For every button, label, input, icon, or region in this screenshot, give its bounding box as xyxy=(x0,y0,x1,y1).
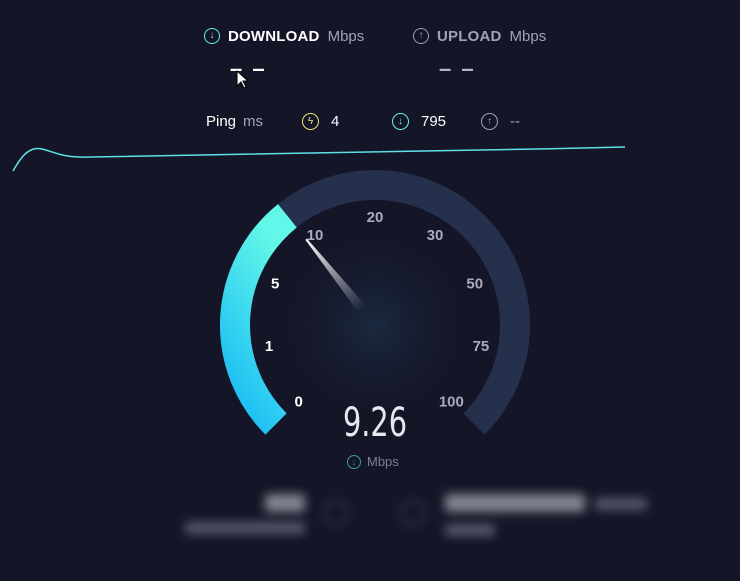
download-unit: Mbps xyxy=(327,27,365,45)
download-label: DOWNLOAD xyxy=(228,27,320,45)
gauge-tick-label: 30 xyxy=(427,227,444,244)
ping-idle: ϟ 4 xyxy=(302,112,339,130)
ping-download-icon: ↓ xyxy=(392,112,409,130)
gauge-tick-label: 20 xyxy=(367,209,384,226)
ping-download-value: 795 xyxy=(421,112,447,130)
ping-upload-icon: ↑ xyxy=(481,112,498,130)
gauge-tick-label: 10 xyxy=(307,227,324,244)
ping-upload: ↑ -- xyxy=(481,112,520,130)
speed-unit-label: Mbps xyxy=(367,454,399,469)
ping-idle-value: 4 xyxy=(331,112,340,130)
download-icon: ↓ xyxy=(204,28,220,44)
upload-value: – – xyxy=(439,56,476,81)
ping-unit: ms xyxy=(243,112,264,130)
ping-upload-value: -- xyxy=(510,112,520,130)
gauge-tick-label: 75 xyxy=(473,338,490,355)
server-info-blurred xyxy=(185,488,655,548)
mouse-cursor-icon xyxy=(236,70,250,89)
download-header: ↓ DOWNLOAD Mbps xyxy=(204,26,364,46)
upload-unit: Mbps xyxy=(509,27,547,45)
ping-text: Ping xyxy=(206,112,237,130)
upload-label: UPLOAD xyxy=(437,27,502,45)
upload-icon: ↑ xyxy=(413,28,429,44)
lightning-icon: ϟ xyxy=(302,112,319,130)
speed-unit-icon: ↓ xyxy=(347,454,361,469)
speed-unit: ↓ Mbps xyxy=(347,454,399,469)
speed-value: 9.26 xyxy=(342,400,408,446)
ping-label: Ping ms xyxy=(206,112,263,130)
gauge-tick-label: 5 xyxy=(271,276,279,293)
gauge-tick-label: 50 xyxy=(466,276,483,293)
gauge-tick-label: 1 xyxy=(265,338,273,355)
ping-download: ↓ 795 xyxy=(392,112,446,130)
upload-header: ↑ UPLOAD Mbps xyxy=(413,26,546,46)
